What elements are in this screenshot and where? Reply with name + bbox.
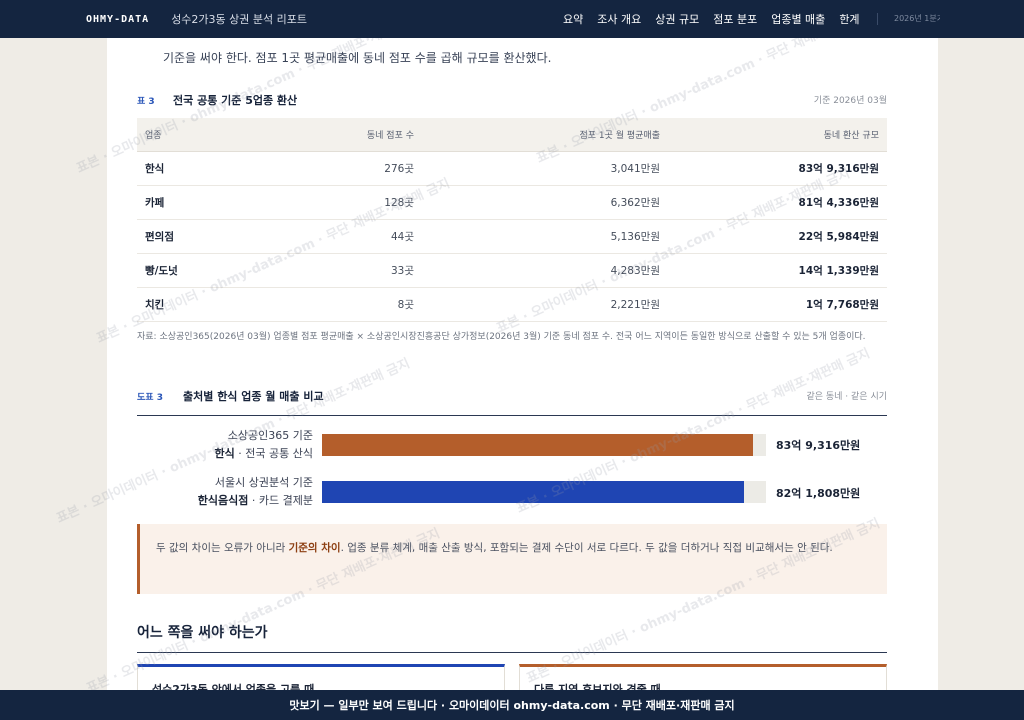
callout-text-before: 두 값의 차이는 오류가 아니라 bbox=[156, 542, 289, 554]
cell-sector: 카페 bbox=[137, 185, 257, 220]
cell-avg: 4,283만원 bbox=[422, 253, 668, 288]
bar-track-2 bbox=[322, 481, 766, 503]
col-sector: 업종 bbox=[137, 118, 257, 152]
cell-sector: 한식 bbox=[137, 151, 257, 186]
bar-category-line: 한식음식점 · 카드 결제분 bbox=[137, 492, 313, 510]
table-header-row: 업종 동네 점포 수 점포 1곳 월 평균매출 동네 환산 규모 bbox=[137, 118, 887, 152]
cell-avg: 3,041만원 bbox=[422, 151, 668, 186]
brand-logo[interactable]: OHMY-DATA bbox=[86, 14, 149, 25]
bar-label-2: 서울시 상권분석 기준 한식음식점 · 카드 결제분 bbox=[137, 474, 313, 510]
chart-title: 출처별 한식 업종 월 매출 비교 bbox=[183, 390, 324, 403]
cell-stores: 44곳 bbox=[257, 219, 422, 254]
nav-item-store-distribution[interactable]: 점포 분포 bbox=[713, 11, 757, 27]
bar-source: 서울시 상권분석 기준 bbox=[214, 476, 313, 489]
bar-note: · 카드 결제분 bbox=[251, 494, 313, 507]
nav-divider bbox=[877, 13, 878, 25]
table-title: 전국 공통 기준 5업종 환산 bbox=[173, 94, 298, 107]
cell-stores: 276곳 bbox=[257, 151, 422, 186]
preview-footer-banner: 맛보기 — 일부만 보여 드립니다 · 오마이데이터 ohmy-data.com… bbox=[0, 690, 1024, 720]
bar-mark bbox=[322, 434, 753, 456]
table-basis-date: 기준 2026년 03월 bbox=[813, 96, 887, 106]
report-date: 2026년 1분기 bbox=[894, 14, 940, 23]
cell-stores: 33곳 bbox=[257, 253, 422, 288]
bar-category: 한식 bbox=[214, 447, 235, 460]
section-divider bbox=[137, 652, 887, 653]
cell-avg: 2,221만원 bbox=[422, 287, 668, 322]
bar-category-line: 한식 · 전국 공통 산식 bbox=[137, 445, 313, 463]
bar-source: 소상공인365 기준 bbox=[227, 429, 313, 442]
col-store-count: 동네 점포 수 bbox=[257, 118, 422, 152]
callout-highlight: 기준의 차이 bbox=[288, 542, 341, 554]
cell-stores: 128곳 bbox=[257, 185, 422, 220]
bar-label-1: 소상공인365 기준 한식 · 전국 공통 산식 bbox=[137, 427, 313, 463]
table-source-note: 자료: 소상공인365(2026년 03월) 업종별 점포 평균매출 × 소상공… bbox=[137, 332, 866, 342]
cell-sector: 빵/도넛 bbox=[137, 253, 257, 288]
nav-item-limits[interactable]: 한계 bbox=[839, 11, 859, 27]
cell-sector: 편의점 bbox=[137, 219, 257, 254]
cell-scale: 14억 1,339만원 bbox=[668, 253, 887, 288]
table-row: 카페 128곳 6,362만원 81억 4,336만원 bbox=[137, 185, 887, 220]
report-title: 성수2가3동 상권 분석 리포트 bbox=[171, 13, 307, 26]
section-nav: 요약 조사 개요 상권 규모 점포 분포 업종별 매출 한계 bbox=[563, 0, 860, 38]
cell-sector: 치킨 bbox=[137, 287, 257, 322]
cell-scale: 1억 7,768만원 bbox=[668, 287, 887, 322]
table-row: 한식 276곳 3,041만원 83억 9,316만원 bbox=[137, 151, 887, 186]
nav-item-summary[interactable]: 요약 bbox=[563, 11, 583, 27]
next-section-title: 어느 쪽을 써야 하는가 bbox=[137, 625, 268, 641]
cell-avg: 6,362만원 bbox=[422, 185, 668, 220]
top-navbar: OHMY-DATA 성수2가3동 상권 분석 리포트 요약 조사 개요 상권 규… bbox=[0, 0, 1024, 38]
nav-item-overview[interactable]: 조사 개요 bbox=[597, 11, 641, 27]
chart-section-header: 도표 3 출처별 한식 업종 월 매출 비교 같은 동네 · 같은 시기 bbox=[137, 388, 887, 416]
table-number: 표 3 bbox=[137, 97, 155, 107]
chart-number: 도표 3 bbox=[137, 393, 163, 403]
callout-text-after: . 업종 분류 체계, 매출 산출 방식, 포함되는 결제 수단이 서로 다르다… bbox=[340, 542, 833, 554]
bar-track-1 bbox=[322, 434, 766, 456]
col-avg-sales: 점포 1곳 월 평균매출 bbox=[422, 118, 668, 152]
sector-scale-table: 업종 동네 점포 수 점포 1곳 월 평균매출 동네 환산 규모 한식 276곳… bbox=[137, 118, 887, 322]
cell-scale: 83억 9,316만원 bbox=[668, 151, 887, 186]
bar-category: 한식음식점 bbox=[197, 494, 249, 507]
cell-avg: 5,136만원 bbox=[422, 219, 668, 254]
table-section-header: 표 3 전국 공통 기준 5업종 환산 기준 2026년 03월 bbox=[137, 92, 887, 120]
intro-paragraph-tail: 기준을 써야 한다. 점포 1곳 평균매출에 동네 점포 수를 곱해 규모를 환… bbox=[163, 51, 552, 65]
table-row: 빵/도넛 33곳 4,283만원 14억 1,339만원 bbox=[137, 253, 887, 288]
chart-condition: 같은 동네 · 같은 시기 bbox=[806, 392, 887, 402]
cell-scale: 81억 4,336만원 bbox=[668, 185, 887, 220]
bar-value-label: 83억 9,316만원 bbox=[776, 439, 861, 452]
cell-scale: 22억 5,984만원 bbox=[668, 219, 887, 254]
nav-item-market-size[interactable]: 상권 규모 bbox=[655, 11, 699, 27]
bar-value-label: 82억 1,808만원 bbox=[776, 487, 861, 500]
nav-item-sales-by-sector[interactable]: 업종별 매출 bbox=[771, 11, 825, 27]
col-local-scale: 동네 환산 규모 bbox=[668, 118, 887, 152]
bar-note: · 전국 공통 산식 bbox=[238, 447, 313, 460]
cell-stores: 8곳 bbox=[257, 287, 422, 322]
table-row: 편의점 44곳 5,136만원 22억 5,984만원 bbox=[137, 219, 887, 254]
bar-mark bbox=[322, 481, 744, 503]
table-row: 치킨 8곳 2,221만원 1억 7,768만원 bbox=[137, 287, 887, 322]
interpretation-callout: 두 값의 차이는 오류가 아니라 기준의 차이. 업종 분류 체계, 매출 산출… bbox=[137, 524, 887, 594]
